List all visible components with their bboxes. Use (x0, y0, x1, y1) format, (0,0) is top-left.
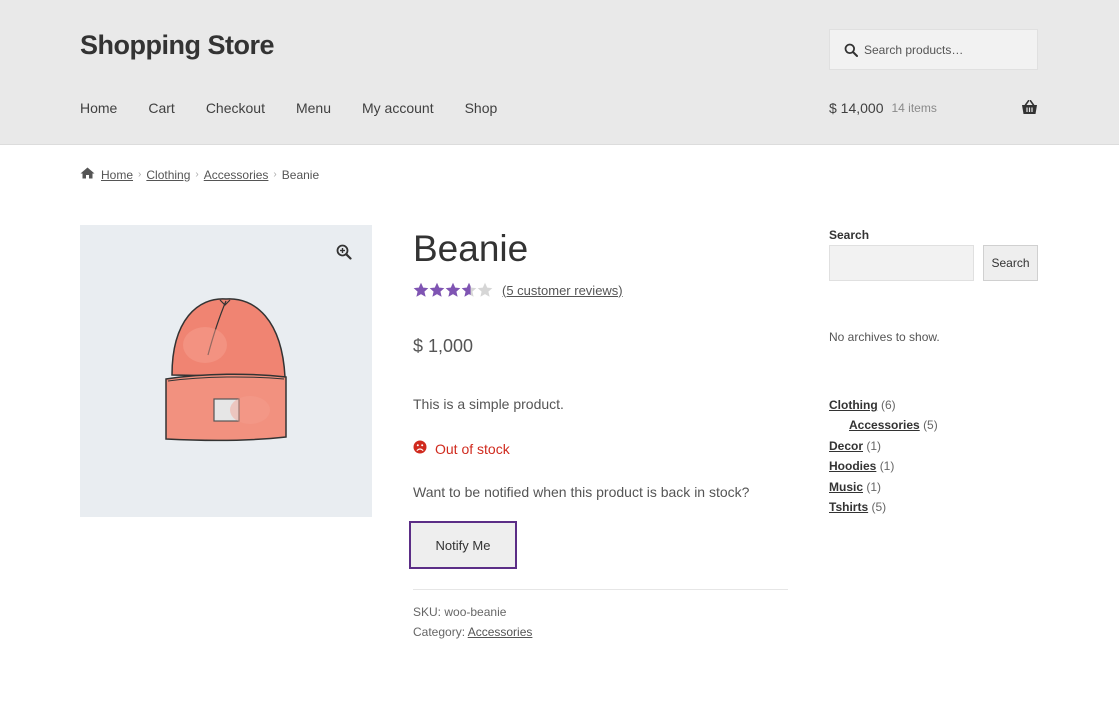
category-count: (5) (871, 499, 887, 514)
cart-amount[interactable]: $ 14,000 (829, 100, 884, 116)
category-item: Accessories (5) (829, 417, 938, 437)
breadcrumb-home[interactable]: Home (101, 168, 133, 182)
category-tshirts-link[interactable]: Tshirts (829, 500, 868, 514)
breadcrumb-separator-icon: › (138, 169, 142, 180)
category-count: (5) (923, 418, 938, 433)
site-header: Shopping Store Home Cart Checkout Menu M… (0, 0, 1119, 145)
category-item: Hoodies (1) (829, 458, 938, 478)
breadcrumb-separator-icon: › (195, 169, 199, 180)
product-rating: (5 customer reviews) (413, 282, 623, 298)
reviews-link[interactable]: (5 customer reviews) (502, 283, 623, 298)
product-search-box[interactable] (829, 29, 1038, 70)
category-list: Clothing (6) Accessories (5) Decor (1) H… (829, 397, 938, 519)
beanie-image (165, 298, 287, 442)
product-search-input[interactable] (864, 42, 1034, 57)
sku-value: woo-beanie (444, 605, 507, 619)
sidebar-search-label: Search (829, 228, 870, 242)
star-rating-icon (413, 282, 493, 298)
notify-prompt: Want to be notified when this product is… (413, 484, 750, 500)
sad-face-icon (413, 440, 427, 457)
product-image[interactable] (80, 225, 372, 517)
category-item: Decor (1) (829, 438, 938, 458)
divider (413, 589, 788, 590)
zoom-icon[interactable] (336, 244, 352, 260)
breadcrumb-separator-icon: › (273, 169, 277, 180)
category-clothing-link[interactable]: Clothing (829, 398, 878, 412)
stock-status: Out of stock (413, 440, 510, 457)
header-cart[interactable]: $ 14,000 14 items (829, 100, 1038, 116)
sku-label: SKU: (413, 605, 442, 619)
breadcrumb-accessories[interactable]: Accessories (204, 168, 269, 182)
category-accessories-link[interactable]: Accessories (849, 418, 920, 432)
nav-my-account[interactable]: My account (362, 100, 434, 116)
primary-nav: Home Cart Checkout Menu My account Shop (80, 100, 528, 116)
nav-home[interactable]: Home (80, 100, 117, 116)
archives-empty-text: No archives to show. (829, 330, 940, 344)
category-decor-link[interactable]: Decor (829, 439, 863, 453)
category-item: Music (1) (829, 479, 938, 499)
nav-menu[interactable]: Menu (296, 100, 331, 116)
search-icon (844, 43, 858, 57)
category-item: Clothing (6) (829, 397, 938, 417)
category-label: Category: (413, 625, 466, 639)
category-count: (1) (866, 438, 882, 453)
product-price: $ 1,000 (413, 336, 474, 356)
site-title[interactable]: Shopping Store (80, 30, 274, 61)
category-count: (1) (866, 479, 882, 494)
breadcrumb: Home › Clothing › Accessories › Beanie (80, 167, 319, 182)
basket-icon[interactable] (1021, 100, 1038, 120)
breadcrumb-current: Beanie (281, 167, 320, 182)
nav-checkout[interactable]: Checkout (206, 100, 265, 116)
nav-shop[interactable]: Shop (465, 100, 498, 116)
category-count: (1) (879, 459, 895, 474)
product-sku: SKU: woo-beanie (413, 605, 506, 619)
notify-me-button[interactable]: Notify Me (409, 521, 517, 569)
category-music-link[interactable]: Music (829, 480, 863, 494)
category-link[interactable]: Accessories (468, 625, 533, 639)
breadcrumb-clothing[interactable]: Clothing (146, 168, 190, 182)
product-category: Category: Accessories (413, 625, 532, 639)
product-title: Beanie (413, 228, 529, 269)
home-icon (80, 167, 95, 182)
nav-cart[interactable]: Cart (148, 100, 174, 116)
sidebar-search-input[interactable] (829, 245, 974, 281)
category-item: Tshirts (5) (829, 499, 938, 519)
sidebar-search-button[interactable]: Search (983, 245, 1038, 281)
category-count: (6) (881, 398, 896, 412)
category-hoodies-link[interactable]: Hoodies (829, 459, 876, 473)
stock-status-text: Out of stock (435, 440, 510, 457)
product-short-description: This is a simple product. (413, 396, 564, 412)
cart-count[interactable]: 14 items (892, 101, 937, 115)
